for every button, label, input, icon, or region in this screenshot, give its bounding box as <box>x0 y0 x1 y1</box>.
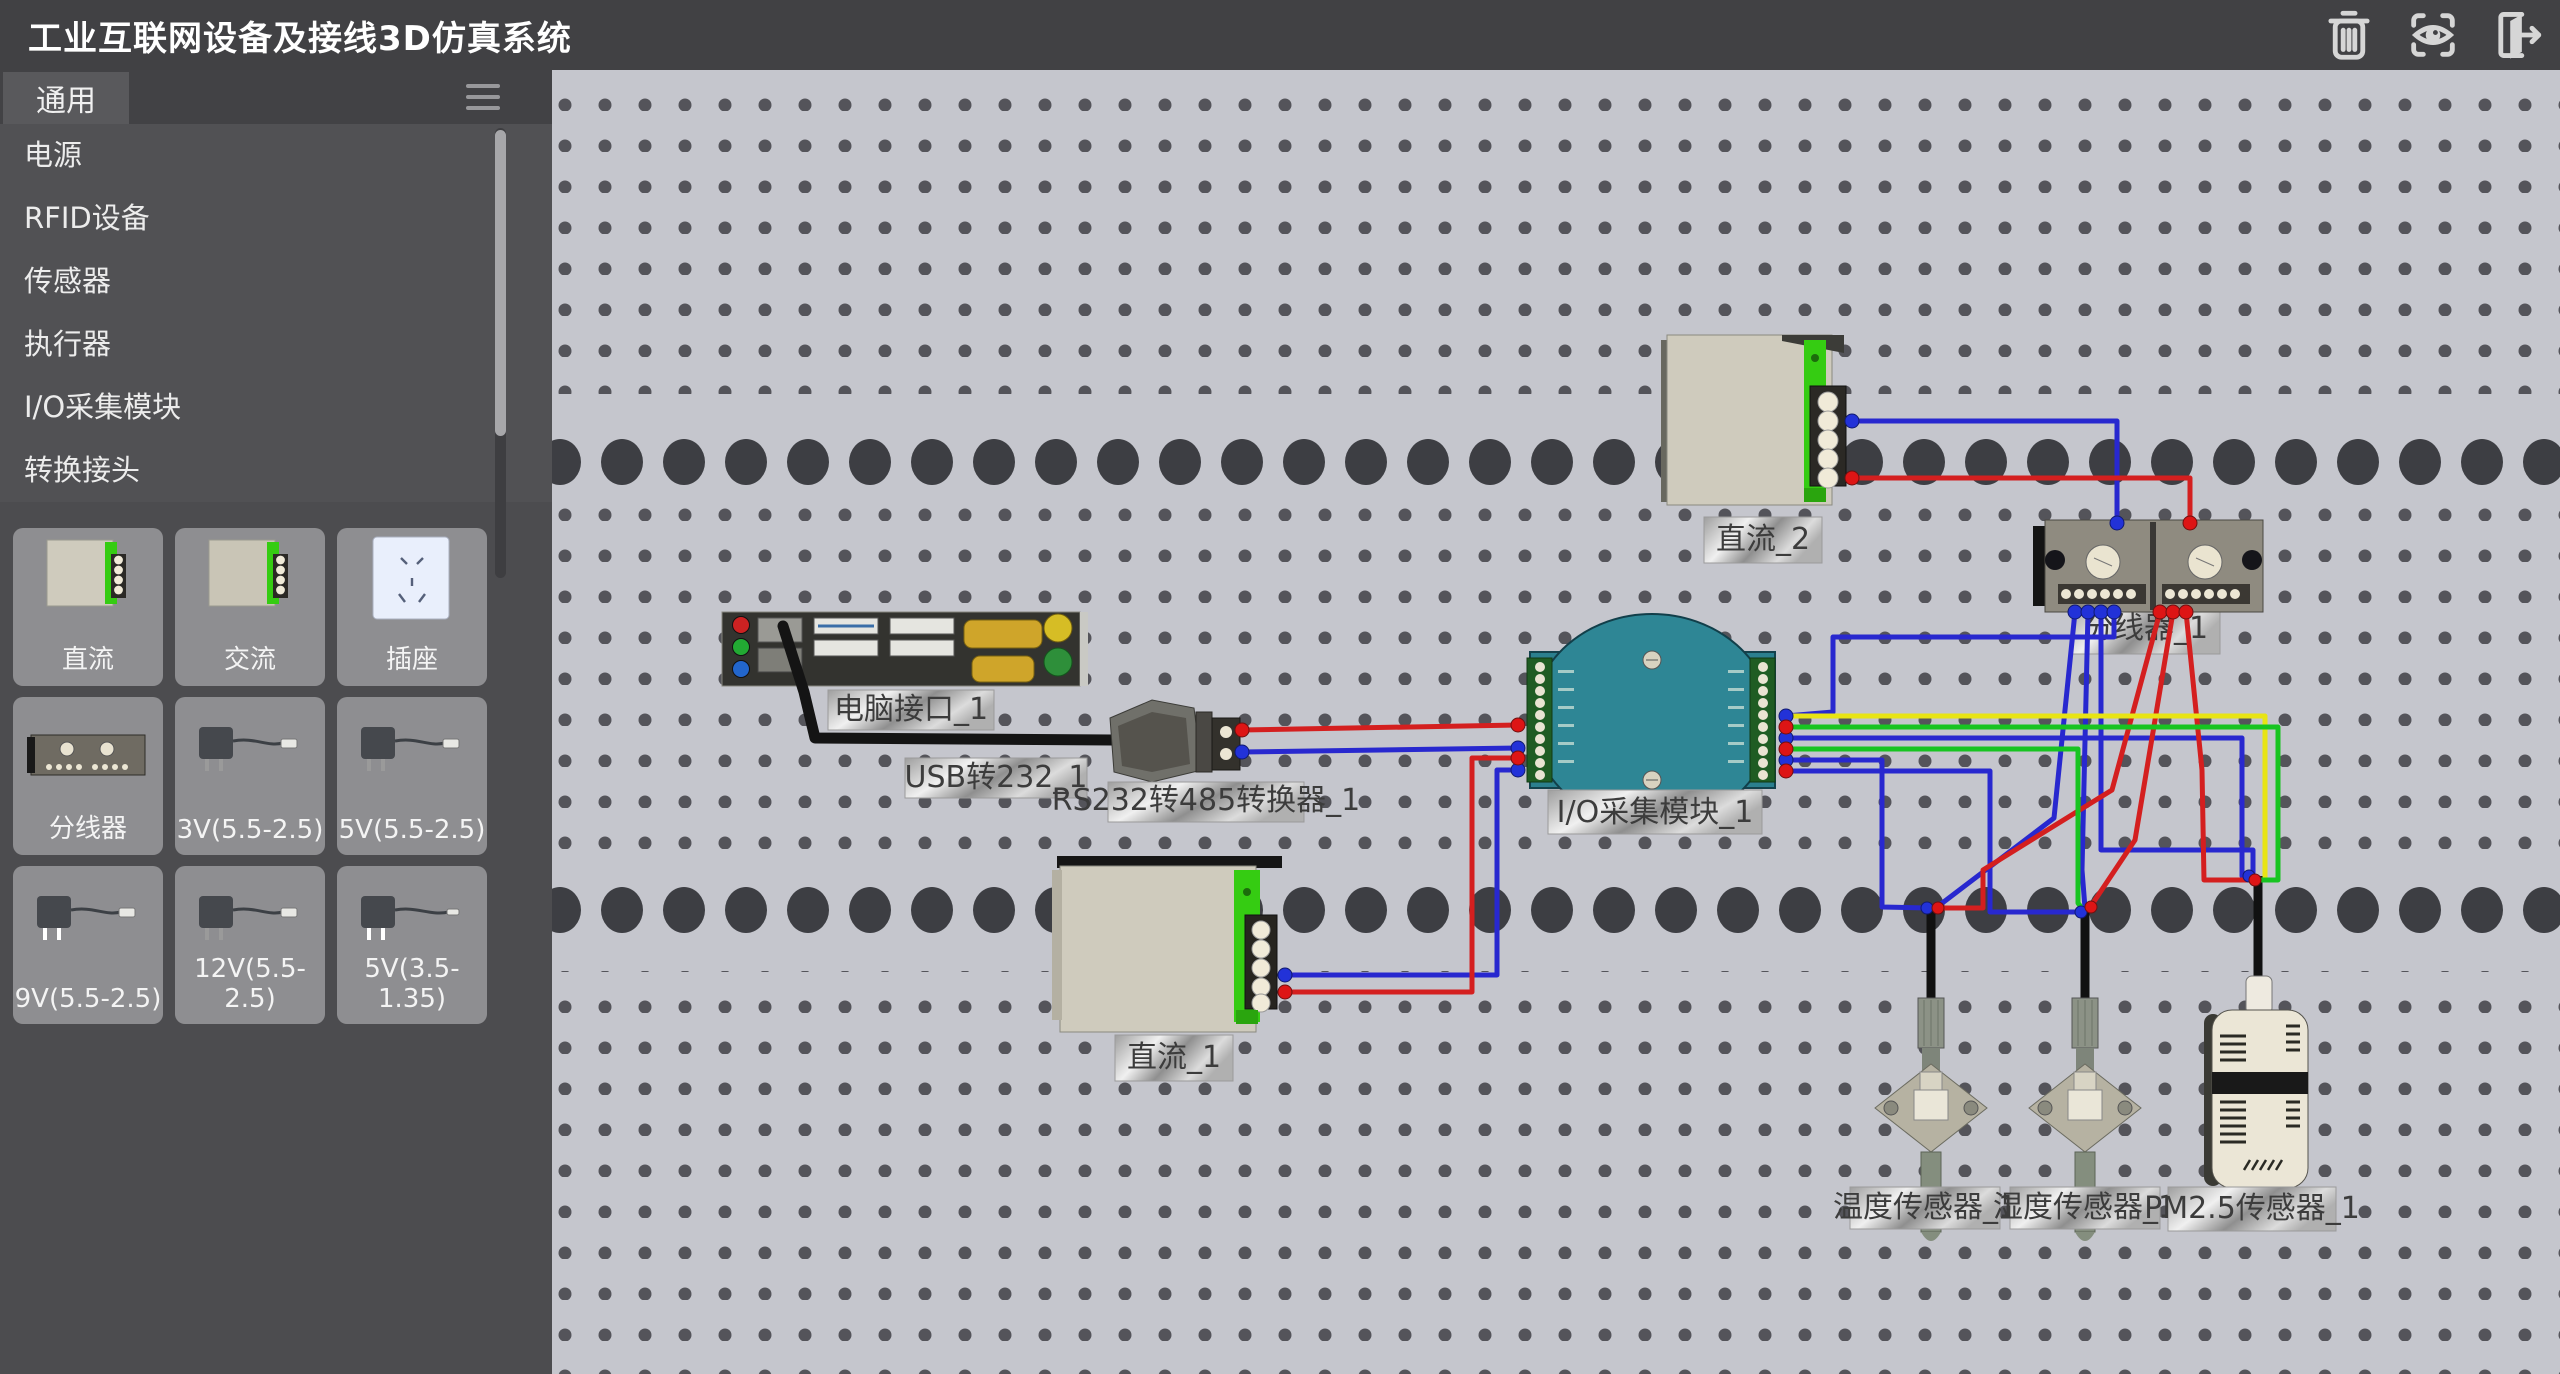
card-socket[interactable]: 插座 <box>337 528 487 686</box>
adapter-thumb-icon <box>175 701 325 801</box>
device-label-temperature: 温度传感器_1 <box>1833 1187 2017 1229</box>
card-label: 交流 <box>175 639 325 676</box>
device-label-io-module: I/O采集模块_1 <box>1548 790 1762 834</box>
tab-general[interactable]: 通用 <box>3 72 129 124</box>
device-splitter[interactable] <box>2033 520 2263 612</box>
device-pc-interface[interactable] <box>722 612 1088 686</box>
dc-power-thumb-icon <box>13 532 163 632</box>
card-ac-power[interactable]: 交流 <box>175 528 325 686</box>
device-dc-power-2[interactable] <box>1661 335 1846 505</box>
card-dc-power[interactable]: 直流 <box>13 528 163 686</box>
sidebar-tab-row: 通用 <box>0 70 552 124</box>
pegboard: 分线器_1 <box>552 70 2560 1374</box>
toolbar <box>2320 6 2546 64</box>
category-item-sensor[interactable]: 传感器 <box>0 250 552 313</box>
svg-text:I/O采集模块_1: I/O采集模块_1 <box>1557 795 1754 830</box>
menu-icon[interactable] <box>466 84 500 110</box>
card-label: 插座 <box>337 639 487 676</box>
splitter-thumb-icon <box>13 701 163 801</box>
card-label: 5V(5.5-2.5) <box>337 815 487 845</box>
trash-icon[interactable] <box>2320 6 2378 64</box>
device-label-pc-interface: 电脑接口_1 <box>828 690 994 730</box>
sidebar-scrollbar <box>495 128 506 578</box>
device-label-pm25: PM2.5传感器_1 <box>2144 1187 2360 1231</box>
view-focus-icon[interactable] <box>2404 6 2462 64</box>
device-label-dc1: 直流_1 <box>1115 1035 1233 1081</box>
device-label-dc2: 直流_2 <box>1704 517 1822 563</box>
svg-text:电脑接口_1: 电脑接口_1 <box>834 692 988 727</box>
ac-power-thumb-icon <box>175 532 325 632</box>
card-adapter-9v[interactable]: 9V(5.5-2.5) <box>13 866 163 1024</box>
card-adapter-3v[interactable]: 3V(5.5-2.5) <box>175 697 325 855</box>
adapter-thumb-icon <box>13 870 163 970</box>
card-label: 3V(5.5-2.5) <box>175 815 325 845</box>
simulation-canvas[interactable]: 分线器_1 <box>552 70 2560 1374</box>
card-label: 分线器 <box>13 808 163 845</box>
exit-icon[interactable] <box>2488 6 2546 64</box>
card-adapter-5v[interactable]: 5V(5.5-2.5) <box>337 697 487 855</box>
device-label-rs232-485: RS232转485转换器_1 <box>1052 782 1361 822</box>
card-label: 12V(5.5-2.5) <box>175 954 325 1014</box>
socket-thumb-icon <box>337 532 487 632</box>
component-card-grid: 直流 交流 插座 <box>13 528 523 1024</box>
category-item-rfid[interactable]: RFID设备 <box>0 187 552 250</box>
component-sidebar: 通用 电源 RFID设备 传感器 执行器 I/O采集模块 转换接头 直流 <box>0 70 552 1374</box>
card-adapter-5v-small[interactable]: 5V(3.5-1.35) <box>337 866 487 1024</box>
svg-text:PM2.5传感器_1: PM2.5传感器_1 <box>2144 1191 2360 1226</box>
card-label: 直流 <box>13 639 163 676</box>
card-label: 9V(5.5-2.5) <box>13 984 163 1014</box>
category-list: 电源 RFID设备 传感器 执行器 I/O采集模块 转换接头 <box>0 124 552 502</box>
app-window: { "app": { "title": "工业互联网设备及接线3D仿真系统", … <box>0 0 2560 1374</box>
category-item-actuator[interactable]: 执行器 <box>0 313 552 376</box>
device-dc-power-1[interactable] <box>1052 856 1282 1032</box>
app-title: 工业互联网设备及接线3D仿真系统 <box>28 11 572 60</box>
category-item-power[interactable]: 电源 <box>0 124 552 187</box>
big-hole-row-top <box>552 394 2560 506</box>
svg-text:温度传感器_1: 温度传感器_1 <box>1833 1190 2017 1225</box>
top-bar: 工业互联网设备及接线3D仿真系统 <box>0 0 2560 70</box>
adapter-thumb-icon <box>337 701 487 801</box>
svg-text:直流_1: 直流_1 <box>1127 1040 1221 1075</box>
sidebar-scrollbar-thumb[interactable] <box>495 130 506 436</box>
category-item-io-module[interactable]: I/O采集模块 <box>0 376 552 439</box>
svg-text:直流_2: 直流_2 <box>1716 522 1810 557</box>
category-item-converter[interactable]: 转换接头 <box>0 439 552 502</box>
card-adapter-12v[interactable]: 12V(5.5-2.5) <box>175 866 325 1024</box>
card-splitter[interactable]: 分线器 <box>13 697 163 855</box>
card-label: 5V(3.5-1.35) <box>337 954 487 1014</box>
svg-text:RS232转485转换器_1: RS232转485转换器_1 <box>1052 783 1361 818</box>
